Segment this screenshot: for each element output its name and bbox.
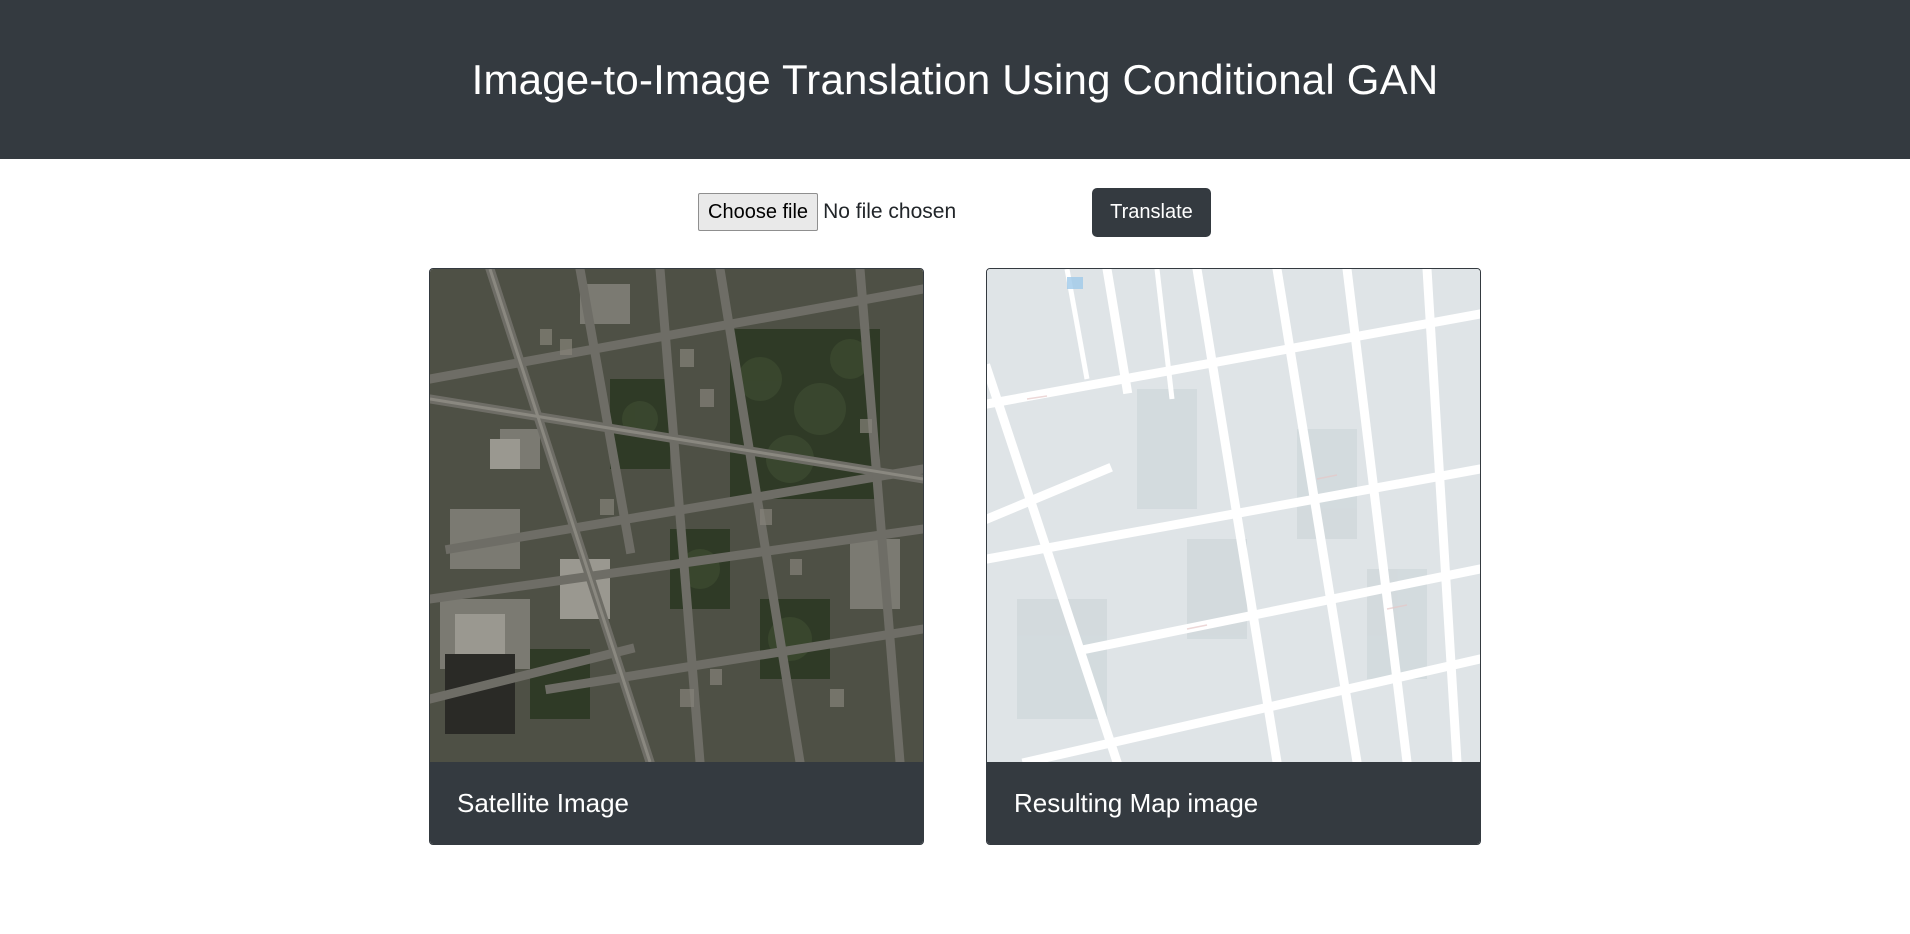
satellite-image (430, 269, 923, 762)
file-input[interactable]: Choose file No file chosen (698, 193, 956, 231)
satellite-caption: Satellite Image (457, 788, 629, 818)
choose-file-button[interactable]: Choose file (698, 193, 819, 231)
translate-button[interactable]: Translate (1092, 188, 1211, 237)
file-status-text: No file chosen (823, 200, 957, 223)
map-card-footer: Resulting Map image (987, 762, 1480, 844)
satellite-image-card: Satellite Image (429, 268, 924, 845)
map-image (987, 269, 1480, 762)
page-header: Image-to-Image Translation Using Conditi… (0, 0, 1910, 159)
controls-bar: Choose file No file chosen Translate (0, 188, 1910, 238)
satellite-card-footer: Satellite Image (430, 762, 923, 844)
map-image-card: Resulting Map image (986, 268, 1481, 845)
page-title: Image-to-Image Translation Using Conditi… (471, 55, 1439, 103)
map-caption: Resulting Map image (1014, 788, 1259, 818)
